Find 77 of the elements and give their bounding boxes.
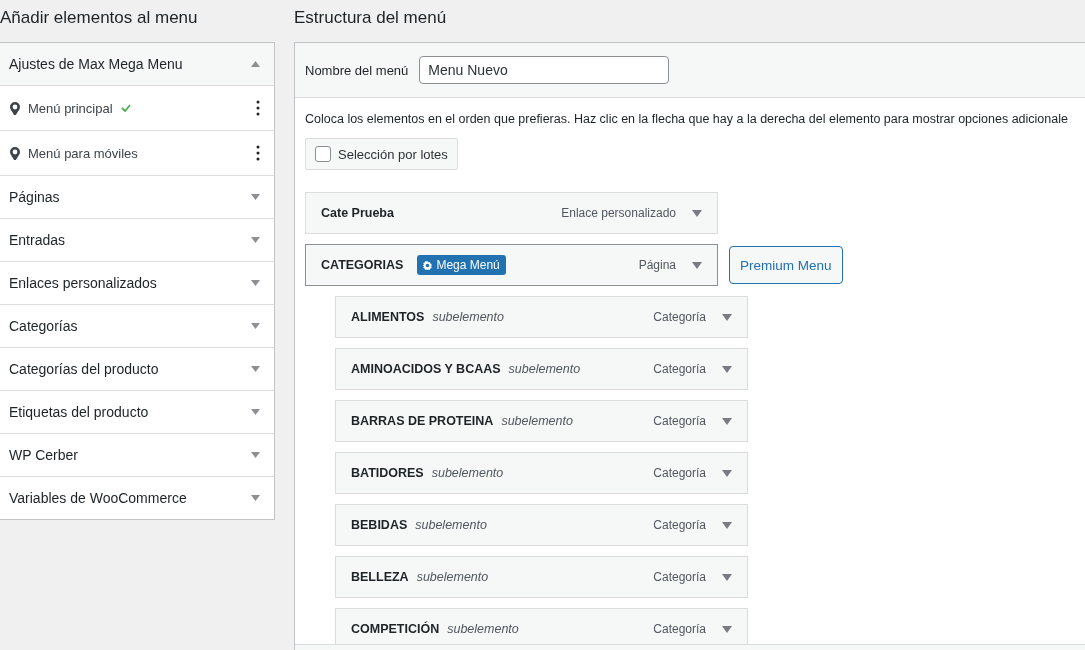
expand-arrow-icon[interactable] (722, 573, 732, 581)
menu-item-title: ALIMENTOS (351, 310, 425, 324)
menu-item-title: Cate Prueba (321, 206, 394, 220)
menu-item-title: BARRAS DE PROTEINA (351, 414, 494, 428)
accordion-header[interactable]: Ajustes de Max Mega Menu (0, 43, 274, 86)
menu-item-title: BATIDORES (351, 466, 424, 480)
caret-icon (251, 237, 260, 243)
expand-arrow-icon[interactable] (692, 209, 702, 217)
submenu-item-bar[interactable]: BELLEZA subelemento Categoría (335, 556, 748, 598)
item-type-label: Categoría (653, 362, 706, 376)
menu-item-title: COMPETICIÓN (351, 622, 440, 636)
caret-icon (251, 366, 260, 372)
accordion-header[interactable]: Páginas (0, 176, 274, 219)
premium-menu-button[interactable]: Premium Menu (729, 246, 843, 284)
more-options-icon[interactable] (256, 100, 260, 116)
menu-item-title: AMINOACIDOS Y BCAAS (351, 362, 501, 376)
submenu-item-bar[interactable]: AMINOACIDOS Y BCAAS subelemento Categoría (335, 348, 748, 390)
expand-arrow-icon[interactable] (722, 417, 732, 425)
subitem-label: subelemento (508, 362, 581, 376)
expand-arrow-icon[interactable] (722, 469, 732, 477)
subitem-label: subelemento (447, 622, 519, 636)
item-type-label: Categoría (653, 518, 706, 532)
subitem-label: subelemento (501, 414, 573, 428)
expand-arrow-icon[interactable] (722, 521, 732, 529)
submenu-item-bar[interactable]: BEBIDAS subelemento Categoría (335, 504, 748, 546)
accordion-header[interactable]: Enlaces personalizados (0, 262, 274, 305)
expand-arrow-icon[interactable] (722, 365, 732, 373)
caret-icon (251, 452, 260, 458)
accordion-header[interactable]: WP Cerber (0, 434, 274, 477)
menu-item-title: BEBIDAS (351, 518, 408, 532)
accordion-header[interactable]: Categorías (0, 305, 274, 348)
submenu-item-bar[interactable]: COMPETICIÓN subelemento Categoría (335, 608, 748, 644)
menu-name-input[interactable]: Menu Nuevo (419, 56, 670, 84)
checkbox[interactable] (315, 146, 331, 162)
expand-arrow-icon[interactable] (722, 313, 732, 321)
menu-location-link[interactable]: Menú para móviles (28, 145, 138, 161)
caret-icon (251, 61, 260, 67)
item-type-label: Enlace personalizado (561, 206, 676, 220)
gear-icon (423, 260, 433, 270)
accordion-header[interactable]: Categorías del producto (0, 348, 274, 391)
caret-icon (251, 323, 260, 329)
mega-menu-button[interactable]: Mega Menú (417, 255, 506, 275)
submenu-item-bar[interactable]: ALIMENTOS subelemento Categoría (335, 296, 748, 338)
accordion-header[interactable]: Entradas (0, 219, 274, 262)
location-pin-icon (10, 101, 20, 115)
menu-item-title: CATEGORIAS (321, 258, 404, 272)
field-label: Nombre del menú (305, 62, 409, 78)
subitem-label: subelemento (415, 518, 487, 532)
item-type-label: Categoría (653, 570, 706, 584)
more-options-icon[interactable] (256, 145, 260, 161)
menu-item-bar[interactable]: Cate Prueba Enlace personalizado (305, 192, 718, 234)
menu-location-link[interactable]: Menú principal (28, 100, 113, 116)
item-type-label: Categoría (653, 466, 706, 480)
panel-heading: Estructura del menú (294, 8, 448, 28)
expand-arrow-icon[interactable] (722, 625, 732, 633)
subitem-label: subelemento (431, 466, 504, 480)
subitem-label: subelemento (416, 570, 489, 584)
caret-icon (251, 280, 260, 286)
menu-item-bar[interactable]: CATEGORIAS Mega Menú Página (305, 244, 718, 286)
subitem-label: subelemento (432, 310, 504, 324)
item-type-label: Categoría (653, 310, 706, 324)
panel-heading: Añadir elementos al menu (0, 8, 199, 28)
location-pin-icon (10, 146, 20, 160)
caret-icon (251, 495, 260, 501)
expand-arrow-icon[interactable] (692, 261, 702, 269)
accordion-header[interactable]: Variables de WooCommerce (0, 477, 274, 519)
caret-icon (251, 409, 260, 415)
caret-icon (251, 194, 260, 200)
item-type-label: Categoría (653, 414, 706, 428)
accordion-header[interactable]: Etiquetas del producto (0, 391, 274, 434)
instructions-text: Coloca los elementos en el orden que prefieras. Haz clic en la flecha que hay a la derecha del elemento para mostrar opciones adicionale (305, 112, 1069, 126)
item-type-label: Página (638, 258, 676, 272)
submenu-item-bar[interactable]: BATIDORES subelemento Categoría (335, 452, 748, 494)
item-type-label: Categoría (653, 622, 706, 636)
submenu-item-bar[interactable]: BARRAS DE PROTEINA subelemento Categoría (335, 400, 748, 442)
bulk-select-button[interactable]: Selección por lotes (305, 138, 458, 170)
menu-item-title: BELLEZA (351, 570, 409, 584)
